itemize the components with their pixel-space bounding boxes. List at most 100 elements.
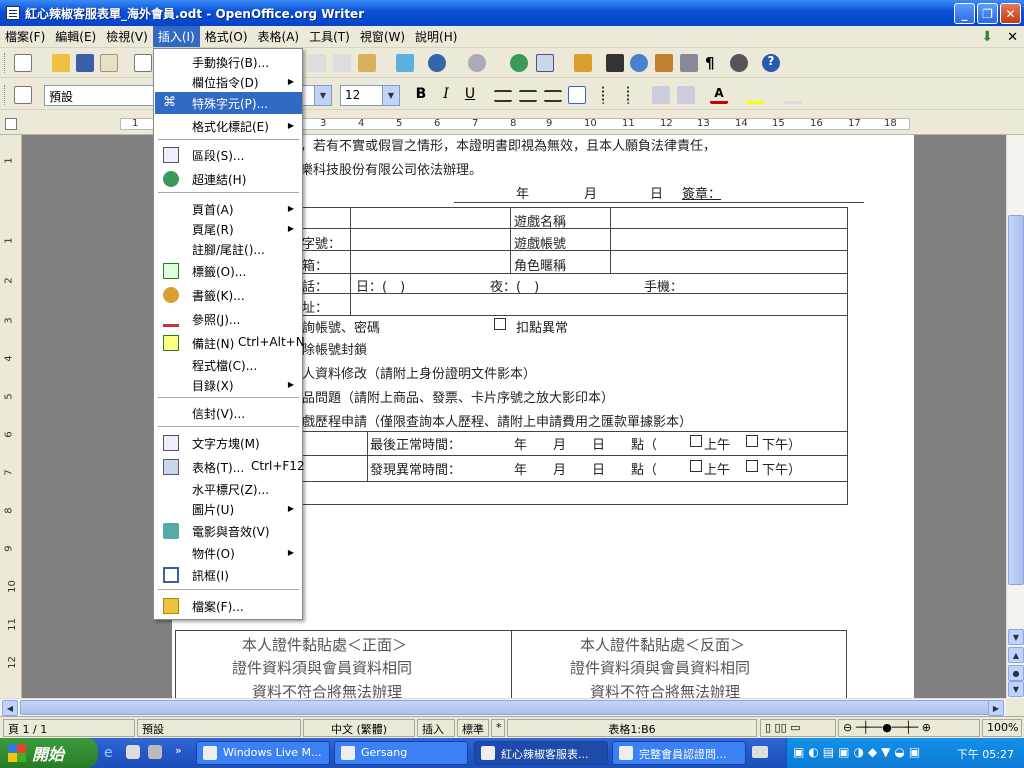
paste-icon[interactable] bbox=[358, 54, 376, 72]
minimize-button[interactable]: _ bbox=[954, 3, 975, 24]
taskbar-button[interactable]: 完整會員認證問... bbox=[612, 741, 746, 765]
checkbox-icon[interactable] bbox=[494, 318, 506, 330]
decrease-indent-icon[interactable] bbox=[652, 86, 670, 104]
new-document-icon[interactable] bbox=[14, 54, 32, 72]
scroll-right-icon[interactable]: ▶ bbox=[988, 700, 1004, 716]
help-icon[interactable]: ? bbox=[762, 54, 780, 72]
restore-button[interactable]: ❐ bbox=[977, 3, 998, 24]
menu-item-horizontal-line[interactable]: 水平標尺(Z)... bbox=[155, 478, 302, 500]
prev-page-icon[interactable]: ▲ bbox=[1008, 647, 1024, 663]
taskbar-button[interactable]: Windows Live M... bbox=[196, 741, 330, 765]
menu-item-footnote[interactable]: 註腳/尾註()... bbox=[155, 238, 302, 260]
menu-view[interactable]: 檢視(V) bbox=[101, 26, 153, 47]
menu-window[interactable]: 視窗(W) bbox=[355, 26, 410, 47]
menu-insert[interactable]: 插入(I) bbox=[152, 26, 200, 47]
font-color-icon[interactable]: A bbox=[710, 86, 728, 104]
gallery-icon[interactable] bbox=[655, 54, 673, 72]
keyboard-icon[interactable] bbox=[752, 746, 768, 758]
menu-file[interactable]: 檔案(F) bbox=[0, 26, 50, 47]
page-style[interactable]: 預設 bbox=[137, 719, 301, 737]
menu-item-object[interactable]: 物件(O) ▶ bbox=[155, 542, 302, 564]
selection-mode[interactable]: 標準 bbox=[457, 719, 489, 737]
menu-item-header[interactable]: 頁首(A) ▶ bbox=[155, 198, 302, 220]
copy-icon[interactable] bbox=[333, 54, 351, 72]
checkbox-icon[interactable] bbox=[690, 435, 702, 447]
highlight-icon[interactable] bbox=[746, 86, 764, 104]
scroll-thumb[interactable] bbox=[20, 700, 995, 715]
undo-icon[interactable] bbox=[428, 54, 446, 72]
scroll-down-icon[interactable]: ▼ bbox=[1008, 629, 1024, 645]
zoom-icon[interactable] bbox=[730, 54, 748, 72]
checkbox-icon[interactable] bbox=[746, 435, 758, 447]
navigator-icon[interactable] bbox=[630, 54, 648, 72]
close-document-icon[interactable]: ✕ bbox=[1007, 30, 1018, 45]
justify-icon[interactable] bbox=[568, 86, 586, 104]
insert-mode[interactable]: 插入 bbox=[417, 719, 455, 737]
menu-item-file[interactable]: 檔案(F)... bbox=[155, 595, 302, 617]
checkbox-icon[interactable] bbox=[746, 460, 758, 472]
open-folder-icon[interactable] bbox=[52, 54, 70, 72]
next-page-icon[interactable]: ▼ bbox=[1008, 681, 1024, 697]
tab-type-icon[interactable] bbox=[5, 118, 17, 130]
quicklaunch-icon[interactable] bbox=[126, 745, 140, 759]
menu-item-frame[interactable]: 訊框(I) bbox=[155, 564, 302, 586]
styles-formatting-icon[interactable] bbox=[14, 86, 32, 104]
horizontal-scrollbar[interactable]: ◀ ▶ bbox=[0, 698, 1006, 716]
menu-item-picture[interactable]: 圖片(U) ▶ bbox=[155, 498, 302, 520]
menu-item-manual-break[interactable]: 手動換行(B)... bbox=[155, 51, 302, 73]
format-paintbrush-icon[interactable] bbox=[396, 54, 414, 72]
expand-quicklaunch-icon[interactable]: » bbox=[175, 744, 182, 757]
italic-icon[interactable]: I bbox=[437, 86, 455, 104]
underline-icon[interactable]: U bbox=[461, 86, 479, 104]
update-download-icon[interactable]: ⬇ bbox=[981, 29, 993, 45]
edit-mode-icon[interactable] bbox=[134, 54, 152, 72]
align-left-icon[interactable] bbox=[494, 90, 512, 102]
data-sources-icon[interactable] bbox=[680, 54, 698, 72]
redo-icon[interactable] bbox=[468, 54, 486, 72]
menu-item-indexes[interactable]: 目錄(X) ▶ bbox=[155, 374, 302, 396]
menu-item-footer[interactable]: 頁尾(R) ▶ bbox=[155, 218, 302, 240]
tray-icons[interactable]: ▣◐▤▣◑◆▼◒▣ bbox=[793, 745, 924, 759]
clock[interactable]: 下午 05:27 bbox=[957, 746, 1014, 762]
bold-icon[interactable]: B bbox=[412, 86, 430, 104]
vertical-ruler[interactable]: 1 1 2 3 4 5 6 7 8 9 10 11 12 bbox=[0, 135, 22, 698]
start-button[interactable]: 開始 bbox=[0, 738, 98, 768]
chevron-down-icon[interactable]: ▼ bbox=[314, 86, 331, 105]
zoom-slider[interactable]: ⊖ ─┼──●──┼─ ⊕ bbox=[838, 719, 980, 737]
ie-icon[interactable]: e bbox=[104, 745, 113, 761]
scroll-thumb[interactable] bbox=[1008, 215, 1024, 585]
increase-indent-icon[interactable] bbox=[677, 86, 695, 104]
insert-table-icon[interactable] bbox=[536, 54, 554, 72]
pilcrow-icon[interactable]: ¶ bbox=[705, 54, 723, 72]
menu-help[interactable]: 說明(H) bbox=[410, 26, 462, 47]
menu-item-text-box[interactable]: 文字方塊(M) bbox=[155, 432, 302, 454]
hyperlink-globe-icon[interactable] bbox=[510, 54, 528, 72]
menu-edit[interactable]: 編輯(E) bbox=[50, 26, 101, 47]
cut-icon[interactable] bbox=[308, 54, 326, 72]
menu-item-table[interactable]: 表格(T)... Ctrl+F12 bbox=[155, 456, 305, 478]
close-button[interactable]: ✕ bbox=[1000, 3, 1021, 24]
menu-item-cross-reference[interactable]: 參照(J)... bbox=[155, 308, 302, 330]
taskbar-button[interactable]: Gersang bbox=[334, 741, 468, 765]
taskbar-button[interactable]: 紅心辣椒客服表... bbox=[474, 741, 608, 765]
menu-item-formatting-mark[interactable]: 格式化標記(E) ▶ bbox=[155, 115, 302, 137]
menu-item-caption[interactable]: 標籤(O)... bbox=[155, 260, 302, 282]
view-layout-icon[interactable]: ▯ ▯▯ ▭ bbox=[760, 719, 836, 737]
menu-format[interactable]: 格式(O) bbox=[200, 26, 253, 47]
menu-tools[interactable]: 工具(T) bbox=[304, 26, 355, 47]
align-right-icon[interactable] bbox=[544, 90, 562, 102]
menu-item-special-character[interactable]: ⌘ 特殊字元(P)... bbox=[155, 92, 302, 114]
menu-item-script[interactable]: 程式檔(C)... bbox=[155, 354, 302, 376]
chevron-down-icon[interactable]: ▼ bbox=[382, 86, 399, 105]
email-icon[interactable] bbox=[100, 54, 118, 72]
scroll-left-icon[interactable]: ◀ bbox=[2, 700, 18, 716]
menu-item-fields[interactable]: 欄位指令(D) ▶ bbox=[155, 71, 302, 93]
draw-functions-icon[interactable] bbox=[574, 54, 592, 72]
navigation-icon[interactable]: ● bbox=[1008, 665, 1024, 681]
menu-item-envelope[interactable]: 信封(V)... bbox=[155, 402, 302, 424]
background-color-icon[interactable] bbox=[784, 86, 802, 104]
checkbox-icon[interactable] bbox=[690, 460, 702, 472]
save-icon[interactable] bbox=[76, 54, 94, 72]
vertical-scrollbar[interactable]: ▼ ▲ ● ▼ bbox=[1006, 135, 1024, 698]
bullets-icon[interactable] bbox=[627, 86, 645, 104]
